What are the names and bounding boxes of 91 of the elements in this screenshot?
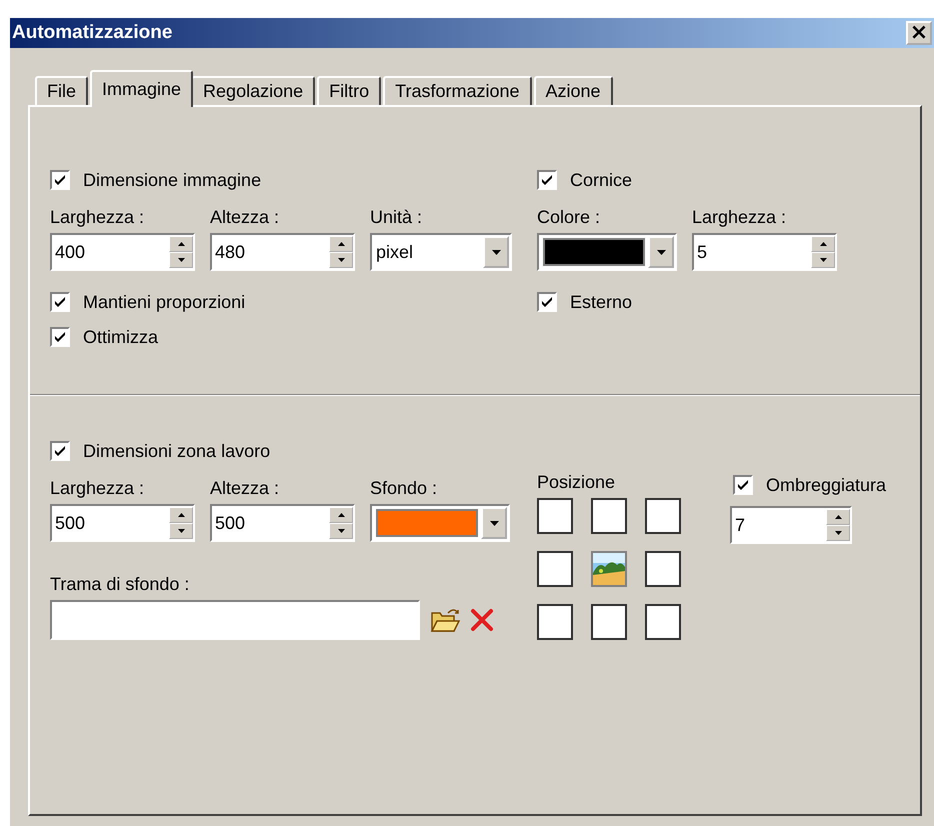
position-cell[interactable]	[645, 604, 681, 640]
field-label: Altezza :	[210, 478, 280, 500]
checkbox-label: Esterno	[570, 292, 632, 312]
position-cell[interactable]	[591, 551, 627, 587]
spin-up-button[interactable]	[169, 236, 193, 252]
checkbox-label: Cornice	[570, 170, 632, 190]
checkbox-label: Dimensione immagine	[83, 170, 262, 190]
down-arrow-icon	[178, 529, 184, 533]
field-label: Trama di sfondo :	[50, 574, 190, 596]
color-dropdown[interactable]	[537, 233, 677, 271]
down-arrow-icon	[490, 520, 498, 526]
spin-up-button[interactable]	[329, 507, 353, 523]
field-label: Sfondo :	[370, 478, 438, 500]
spin-up-button[interactable]	[169, 507, 193, 523]
checkbox[interactable]	[733, 475, 753, 495]
down-arrow-icon	[338, 529, 344, 533]
spin-down-button[interactable]	[329, 523, 353, 539]
text-field[interactable]	[50, 600, 420, 640]
spin-down-button[interactable]	[329, 252, 353, 268]
spin-box[interactable]: 500	[210, 504, 355, 542]
checkbox[interactable]	[537, 170, 557, 190]
checkbox-label: Dimensioni zona lavoro	[83, 440, 270, 462]
spin-up-button[interactable]	[811, 236, 835, 252]
position-cell[interactable]	[645, 498, 681, 534]
checkmark-icon	[54, 331, 66, 343]
down-arrow-icon	[834, 531, 842, 535]
spin-box[interactable]: 7	[730, 506, 852, 544]
spin-box[interactable]: 500	[50, 504, 195, 542]
spin-down-button[interactable]	[169, 523, 193, 539]
tab[interactable]: Azione	[534, 76, 613, 105]
field-label: Posizione	[537, 472, 616, 494]
landscape-icon	[593, 553, 625, 585]
window-title: Automatizzazione	[12, 22, 172, 44]
checkbox[interactable]	[537, 292, 557, 312]
checkmark-icon	[541, 174, 553, 186]
dropdown-arrow-button[interactable]	[648, 236, 674, 268]
up-arrow-icon	[338, 242, 344, 246]
position-cell[interactable]	[645, 551, 681, 587]
position-cell[interactable]	[591, 604, 627, 640]
spin-down-button[interactable]	[169, 252, 193, 268]
spin-up-button[interactable]	[826, 509, 850, 525]
checkmark-icon	[54, 174, 66, 186]
checkbox[interactable]	[50, 441, 70, 461]
up-arrow-icon	[178, 242, 184, 246]
position-cell[interactable]	[537, 551, 573, 587]
spin-down-button[interactable]	[826, 525, 850, 541]
checkbox[interactable]	[50, 327, 70, 347]
dropdown-arrow-button[interactable]	[483, 236, 509, 268]
close-button[interactable]: ×	[906, 21, 932, 45]
spin-box[interactable]: 5	[692, 233, 837, 271]
tab[interactable]: Filtro	[317, 76, 382, 105]
down-arrow-icon	[820, 258, 826, 262]
tab[interactable]: Regolazione	[191, 76, 316, 105]
spin-box[interactable]: 400	[50, 233, 195, 271]
down-arrow-icon	[656, 250, 666, 254]
field-label: Larghezza :	[692, 207, 788, 229]
spin-down-button[interactable]	[811, 252, 835, 268]
checkbox-label: Mantieni proporzioni	[83, 292, 246, 312]
checkbox-label: Ottimizza	[83, 326, 158, 348]
checkbox-label: Ombreggiatura	[766, 474, 886, 496]
dropdown-arrow-button[interactable]	[481, 507, 507, 539]
down-arrow-icon	[178, 258, 184, 262]
up-arrow-icon	[820, 242, 826, 246]
field-label: Colore :	[537, 207, 602, 229]
field-label: Larghezza :	[50, 478, 146, 500]
tab[interactable]: File	[35, 76, 88, 105]
checkbox[interactable]	[50, 292, 70, 312]
checkmark-icon	[737, 479, 749, 491]
field-label: Altezza :	[210, 207, 280, 229]
dropdown[interactable]: pixel	[370, 233, 512, 271]
tab[interactable]: Trasformazione	[383, 76, 532, 105]
checkmark-icon	[54, 296, 66, 308]
delete-icon[interactable]	[470, 608, 494, 632]
down-arrow-icon	[492, 250, 500, 254]
position-cell[interactable]	[591, 498, 627, 534]
color-dropdown[interactable]	[370, 504, 510, 542]
up-arrow-icon	[338, 513, 344, 517]
folder-icon[interactable]	[430, 607, 460, 633]
spin-up-button[interactable]	[329, 236, 353, 252]
up-arrow-icon	[834, 515, 842, 519]
tab[interactable]: Immagine	[90, 70, 194, 107]
position-cell[interactable]	[537, 498, 573, 534]
up-arrow-icon	[178, 513, 184, 517]
checkbox[interactable]	[50, 170, 70, 190]
checkmark-icon	[54, 445, 66, 457]
down-arrow-icon	[338, 258, 344, 262]
field-label: Unità :	[370, 207, 424, 229]
field-label: Larghezza :	[50, 207, 146, 229]
spin-box[interactable]: 480	[210, 233, 355, 271]
checkmark-icon	[541, 296, 553, 308]
position-cell[interactable]	[537, 604, 573, 640]
